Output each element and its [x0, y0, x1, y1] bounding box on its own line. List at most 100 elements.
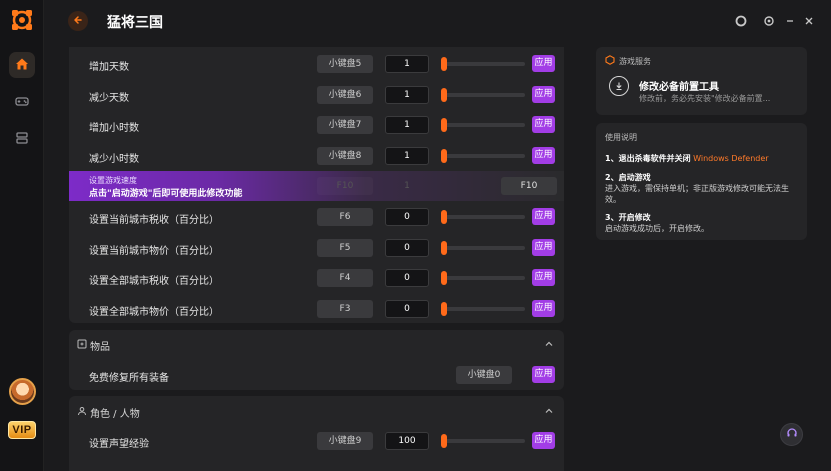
step3-title: 3、开启修改 — [605, 213, 651, 222]
row-apply-button[interactable]: 应用 — [532, 116, 555, 133]
time-row: 减少小时数 小键盘8 1 应用 — [69, 141, 564, 171]
settings-icon[interactable] — [762, 14, 776, 28]
row-hotkey[interactable]: 小键盘7 — [317, 116, 373, 134]
character-section-title: 角色 / 人物 — [90, 409, 140, 420]
character-row-slider[interactable] — [441, 434, 525, 448]
row-apply-button[interactable]: 应用 — [532, 85, 555, 103]
step2-text: 进入游戏，需保持单机；非正版游戏修改可能无法生效。 — [605, 184, 789, 204]
row-value-input[interactable]: 1 — [385, 85, 429, 104]
vip-badge[interactable]: VIP — [8, 421, 36, 439]
row-apply-button[interactable]: 应用 — [532, 269, 555, 286]
chevron-up-icon[interactable] — [544, 339, 554, 349]
speed-hotkey[interactable]: F10 — [501, 177, 557, 195]
nav-home-button[interactable] — [9, 52, 35, 78]
user-avatar[interactable] — [9, 378, 36, 405]
nav-games-button[interactable] — [9, 89, 35, 115]
row-label: 设置全部城市物价（百分比） — [89, 306, 219, 318]
character-row-value[interactable]: 100 — [385, 432, 429, 450]
time-row: 增加天数 小键盘5 1 应用 — [69, 49, 564, 79]
row-slider[interactable] — [441, 87, 525, 102]
row-apply-button[interactable]: 应用 — [532, 146, 555, 164]
character-row-key[interactable]: 小键盘9 — [317, 432, 373, 450]
character-section-header[interactable]: 角色 / 人物 — [69, 397, 564, 425]
step2-title: 2、启动游戏 — [605, 173, 651, 182]
step1-title: 1、退出杀毒软件并关闭 — [605, 154, 691, 163]
cheat-list: 增加天数 小键盘5 1 应用 减少天数 小键盘6 1 应用 增加小时数 小键盘7 1 应用 减少小时数小… — [69, 47, 564, 471]
row-apply-button[interactable]: 应用 — [532, 299, 555, 317]
row-hotkey[interactable]: 小键盘6 — [317, 85, 373, 104]
row-label: 减少天数 — [89, 92, 129, 104]
city-row: 设置全部城市物价（百分比） F3 0 应用 — [69, 294, 564, 324]
home-icon — [15, 57, 29, 74]
row-apply-button[interactable]: 应用 — [532, 55, 555, 72]
user-icon — [77, 406, 87, 416]
items-section-title: 物品 — [90, 342, 110, 353]
row-value-input[interactable]: 1 — [385, 146, 429, 165]
items-row-label: 免费修复所有装备 — [89, 373, 169, 384]
row-slider[interactable] — [441, 210, 525, 224]
row-apply-button[interactable]: 应用 — [532, 208, 555, 225]
box-icon — [77, 339, 87, 349]
speed-row: 设置游戏速度 点击"启动游戏"后即可使用此修改功能 F10 1 F10 — [69, 171, 564, 201]
speed-label: 设置游戏速度 — [89, 176, 137, 185]
step3-text: 启动游戏成功后，开启修改。 — [605, 224, 709, 233]
close-icon[interactable] — [802, 14, 816, 28]
instruction-step-1: 1、退出杀毒软件并关闭 Windows Defender — [605, 153, 800, 164]
speed-ghost-value: 1 — [404, 181, 410, 191]
row-hotkey[interactable]: 小键盘8 — [317, 146, 373, 165]
row-hotkey[interactable]: 小键盘5 — [317, 55, 373, 73]
speed-ghost-key: F10 — [317, 177, 373, 195]
step1-highlight: Windows Defender — [693, 154, 769, 163]
row-value-input[interactable]: 1 — [385, 116, 429, 134]
row-value-input[interactable]: 0 — [385, 269, 429, 287]
support-button[interactable] — [780, 423, 803, 446]
row-apply-button[interactable]: 应用 — [532, 238, 555, 256]
sidebar: VIP — [0, 0, 44, 471]
row-slider[interactable] — [441, 271, 525, 285]
row-slider[interactable] — [441, 148, 525, 163]
page-title: 猛将三国 — [107, 15, 163, 31]
instruction-step-2: 2、启动游戏 进入游戏，需保持单机；非正版游戏修改可能无法生效。 — [605, 172, 800, 205]
row-label: 减少小时数 — [89, 153, 139, 165]
time-row: 减少天数 小键盘6 1 应用 — [69, 80, 564, 110]
tool-download-icon[interactable] — [609, 76, 629, 96]
gamepad-icon — [15, 94, 29, 111]
items-section-header[interactable]: 物品 — [69, 330, 564, 358]
row-hotkey[interactable]: F3 — [317, 299, 373, 318]
row-slider[interactable] — [441, 118, 525, 132]
nav-storage-button[interactable] — [9, 126, 35, 152]
row-slider[interactable] — [441, 301, 525, 316]
game-service-icon — [605, 55, 615, 68]
row-label: 增加小时数 — [89, 123, 139, 134]
row-label: 设置当前城市物价（百分比） — [89, 245, 219, 257]
instruction-step-3: 3、开启修改 启动游戏成功后，开启修改。 — [605, 212, 800, 234]
back-button[interactable] — [68, 11, 88, 31]
row-hotkey[interactable]: F5 — [317, 238, 373, 257]
arrow-left-icon — [73, 15, 83, 28]
stack-icon — [15, 131, 29, 148]
items-row-key[interactable]: 小键盘0 — [456, 366, 512, 384]
row-value-input[interactable]: 1 — [385, 55, 429, 73]
row-slider[interactable] — [441, 240, 525, 255]
character-row-label: 设置声望经验 — [89, 439, 149, 450]
row-label: 设置全部城市税收（百分比） — [89, 276, 219, 287]
tool-name[interactable]: 修改必备前置工具 — [639, 78, 719, 93]
row-slider[interactable] — [441, 57, 525, 71]
chevron-up-icon[interactable] — [544, 406, 554, 416]
items-row-apply-button[interactable]: 应用 — [532, 366, 555, 383]
time-row: 增加小时数 小键盘7 1 应用 — [69, 110, 564, 140]
game-service-title: 游戏服务 — [619, 57, 651, 66]
character-row-apply-button[interactable]: 应用 — [532, 432, 555, 449]
row-hotkey[interactable]: F6 — [317, 208, 373, 226]
row-label: 增加天数 — [89, 62, 129, 73]
row-value-input[interactable]: 0 — [385, 238, 429, 257]
row-value-input[interactable]: 0 — [385, 208, 429, 226]
row-label: 设置当前城市税收（百分比） — [89, 215, 219, 226]
instructions-title: 使用说明 — [605, 133, 637, 142]
row-hotkey[interactable]: F4 — [317, 269, 373, 287]
skin-icon[interactable] — [734, 14, 748, 28]
row-value-input[interactable]: 0 — [385, 299, 429, 318]
character-row-reputation: 设置声望经验 小键盘9 100 应用 — [69, 426, 564, 456]
header: 猛将三国 — [44, 0, 831, 44]
minimize-icon[interactable] — [783, 14, 797, 28]
